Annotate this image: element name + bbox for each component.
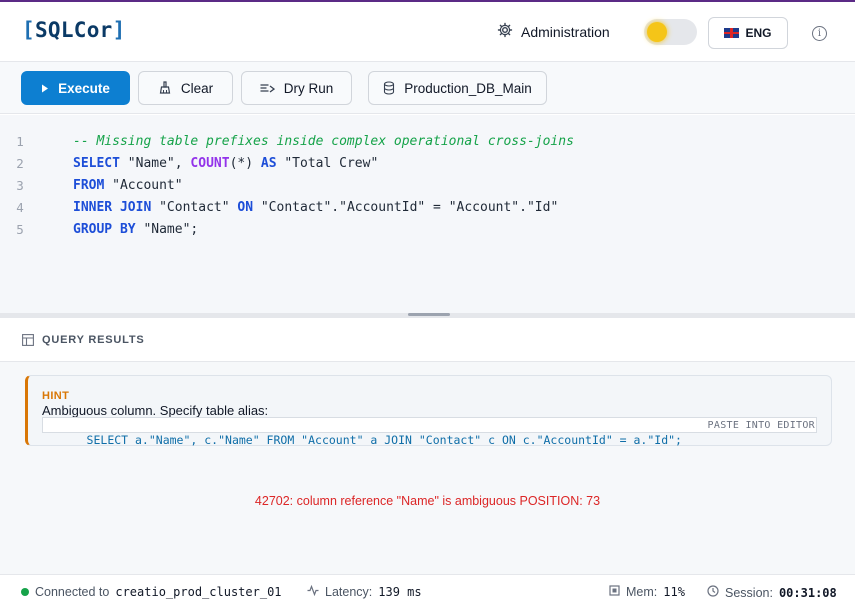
status-dot-icon — [21, 588, 29, 596]
administration-label: Administration — [521, 23, 610, 40]
line-number: 3 — [16, 177, 24, 193]
toolbar: Execute Clear Dry Run Production_DB_Main — [0, 62, 855, 114]
line-number: 1 — [16, 133, 24, 149]
keyword-token: INNER JOIN — [73, 199, 152, 215]
database-icon — [383, 81, 395, 95]
code-line: INNER JOIN "Contact" ON "Contact"."Accou… — [73, 199, 559, 215]
code-line: SELECT "Name", COUNT(*) AS "Total Crew" — [73, 155, 379, 171]
logo-bracket-close: ] — [112, 18, 126, 42]
results-header: QUERY RESULTS — [0, 318, 855, 362]
hint-box: HINT Ambiguous column. Specify table ali… — [25, 375, 832, 447]
keyword-token: AS — [260, 155, 277, 171]
memory-icon — [609, 585, 620, 599]
dry-run-button[interactable]: Dry Run — [241, 71, 352, 105]
hint-suggestion[interactable]: SELECT a."Name", c."Name" FROM "Account"… — [42, 417, 817, 447]
session-label: Session: — [725, 585, 773, 600]
execute-button[interactable]: Execute — [21, 71, 130, 105]
session-value: 00:31:08 — [778, 585, 837, 600]
code-line: GROUP BY "Name"; — [73, 221, 199, 237]
memory-status: Mem: 11% — [609, 585, 685, 599]
database-selector[interactable]: Production_DB_Main — [368, 71, 547, 105]
error-message: 42702: column reference "Name" is ambigu… — [254, 494, 601, 508]
editor-line: 4 INNER JOIN "Contact" ON "Contact"."Acc… — [0, 196, 558, 218]
memory-value: 11% — [663, 585, 685, 599]
info-icon[interactable]: i — [812, 26, 827, 41]
gear-icon — [497, 22, 513, 41]
activity-icon — [307, 584, 319, 599]
paste-into-editor-button[interactable]: PASTE INTO EDITOR — [708, 418, 815, 433]
dry-run-label: Dry Run — [283, 80, 334, 96]
editor-line: 5 GROUP BY "Name"; — [0, 218, 198, 240]
keyword-token: FROM — [73, 177, 105, 193]
keyword-token: SELECT — [73, 155, 120, 171]
connection-status: Connected to creatio_prod_cluster_01 — [21, 585, 282, 599]
logo-bracket-open: [ — [22, 18, 35, 42]
dry-run-icon — [260, 82, 275, 94]
broom-icon — [158, 81, 172, 95]
administration-link[interactable]: Administration — [497, 22, 610, 41]
splitter-handle[interactable] — [408, 313, 450, 316]
code-line: FROM "Account" — [73, 177, 183, 193]
clear-button[interactable]: Clear — [138, 71, 233, 105]
results-panel: HINT Ambiguous column. Specify table ali… — [0, 362, 855, 574]
session-status: Session: 00:31:08 — [707, 585, 837, 600]
theme-toggle[interactable] — [644, 19, 697, 45]
results-title: QUERY RESULTS — [42, 334, 145, 346]
connected-label: Connected to — [35, 585, 110, 599]
status-bar: Connected to creatio_prod_cluster_01 Lat… — [0, 574, 855, 605]
memory-label: Mem: — [626, 585, 658, 599]
language-label: ENG — [745, 26, 772, 40]
editor-line: 3 FROM "Account" — [0, 174, 182, 196]
cluster-name: creatio_prod_cluster_01 — [115, 585, 282, 599]
latency-status: Latency: 139 ms — [307, 584, 422, 599]
editor-line: 2 SELECT "Name", COUNT(*) AS "Total Crew… — [0, 152, 378, 174]
execute-label: Execute — [58, 80, 110, 96]
keyword-token: GROUP BY — [73, 221, 136, 237]
line-number: 2 — [16, 155, 24, 171]
sun-icon — [647, 22, 667, 42]
database-label: Production_DB_Main — [404, 80, 532, 96]
latency-value: 139 ms — [378, 585, 422, 599]
logo-text: SQLCor — [34, 18, 113, 42]
code-line: -- Missing table prefixes inside complex… — [73, 133, 574, 149]
editor-line: 1 -- Missing table prefixes inside compl… — [0, 130, 574, 152]
flag-uk-icon — [724, 28, 740, 38]
app-logo[interactable]: [SQLCor] — [22, 18, 126, 42]
clock-icon — [707, 585, 719, 600]
hint-suggestion-code: SELECT a."Name", c."Name" FROM "Account"… — [86, 433, 682, 447]
app-header: [SQLCor] Administration ENG i — [0, 2, 855, 62]
line-number: 5 — [16, 221, 24, 237]
line-number: 4 — [16, 199, 24, 215]
sql-editor[interactable]: 1 -- Missing table prefixes inside compl… — [0, 115, 855, 313]
language-selector[interactable]: ENG — [708, 17, 788, 49]
hint-message: Ambiguous column. Specify table alias: — [42, 403, 269, 418]
clear-label: Clear — [180, 80, 214, 96]
hint-label: HINT — [42, 390, 70, 402]
table-icon — [22, 333, 34, 351]
latency-label: Latency: — [325, 585, 373, 599]
keyword-token: ON — [237, 199, 254, 215]
function-token: COUNT — [190, 155, 230, 171]
play-icon — [41, 84, 49, 93]
